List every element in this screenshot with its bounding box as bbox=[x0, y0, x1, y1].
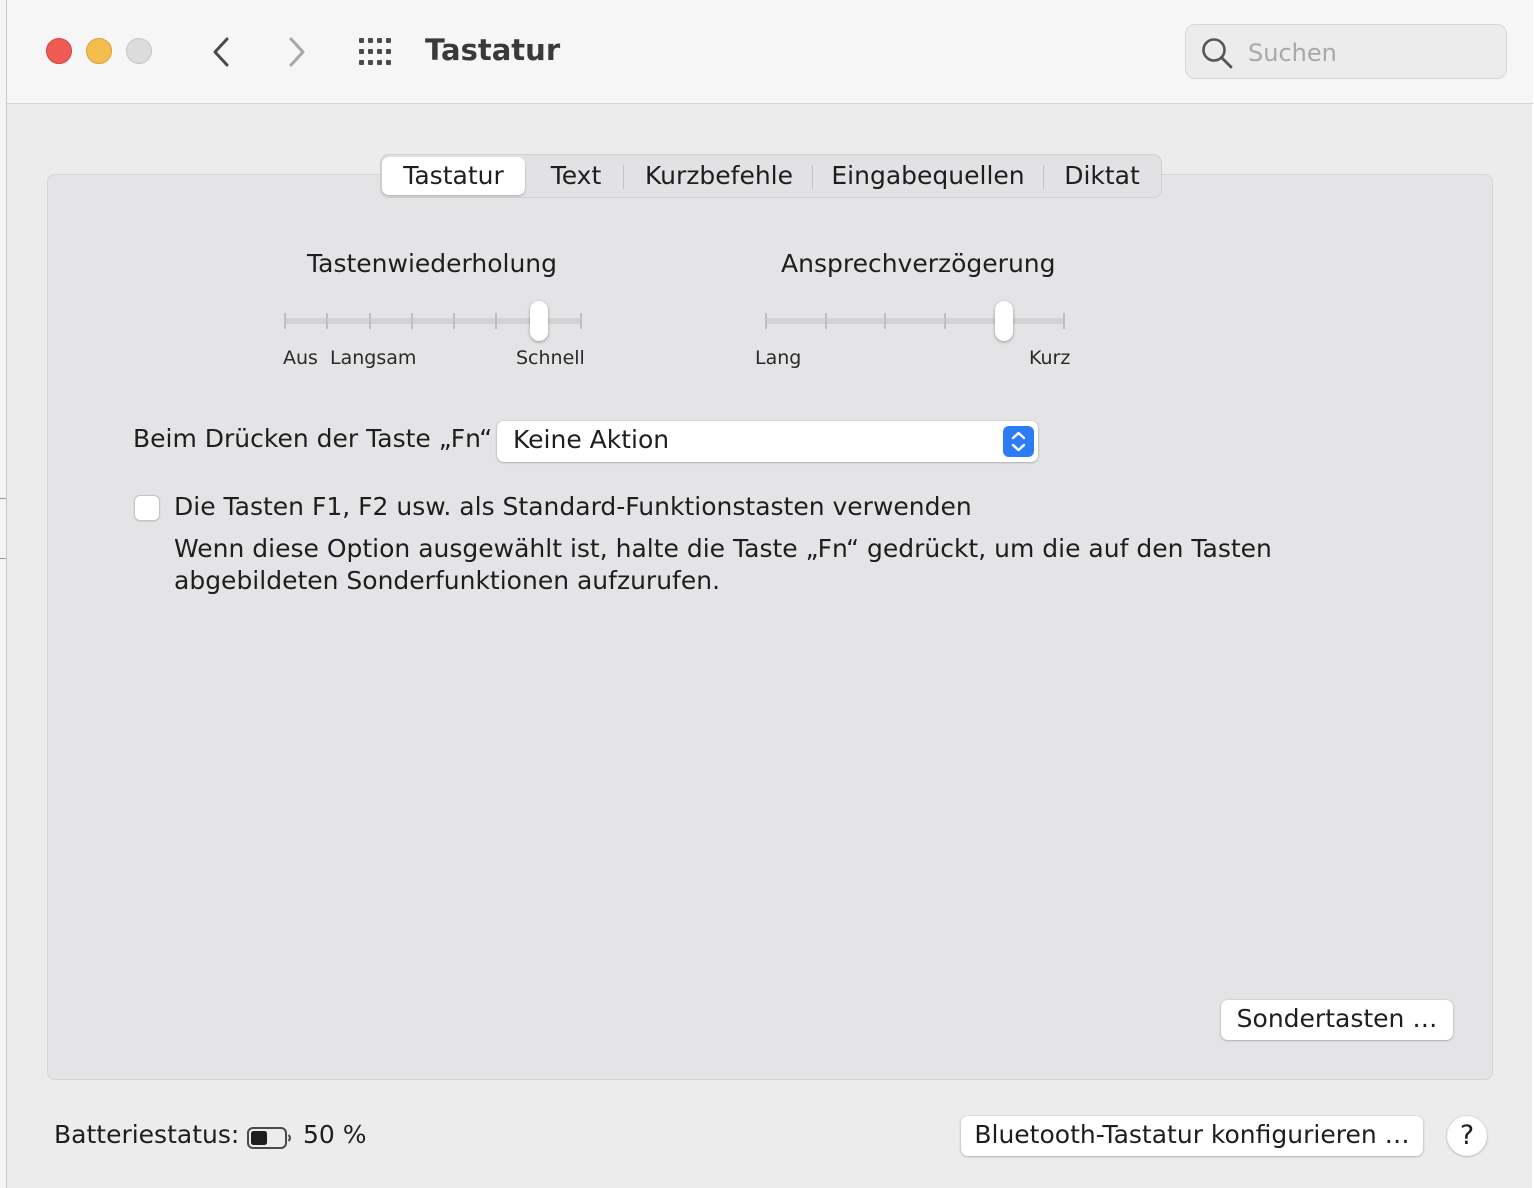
battery-status-label: Batteriestatus: bbox=[54, 1120, 240, 1149]
configure-bluetooth-keyboard-button[interactable]: Bluetooth-Tastatur konfigurieren … bbox=[961, 1116, 1423, 1156]
tab-separator bbox=[1043, 165, 1044, 189]
slider-tick bbox=[326, 313, 329, 329]
tab-separator bbox=[812, 165, 813, 189]
slider-tick bbox=[1063, 313, 1065, 329]
tab-bar: Tastatur Text Kurzbefehle Eingabequellen… bbox=[380, 154, 1162, 198]
slider-tick bbox=[495, 313, 498, 329]
minimize-button[interactable] bbox=[86, 38, 112, 64]
zoom-button bbox=[126, 38, 152, 64]
fn-key-popup[interactable]: Keine Aktion bbox=[497, 421, 1038, 462]
tab-separator bbox=[623, 165, 624, 189]
slider-knob[interactable] bbox=[995, 301, 1014, 341]
standard-function-keys-label[interactable]: Die Tasten F1, F2 usw. als Standard-Funk… bbox=[174, 492, 972, 521]
chevron-left-icon bbox=[213, 37, 229, 67]
delay-label-long: Lang bbox=[755, 347, 802, 369]
slider-tick bbox=[580, 313, 582, 329]
tab-eingabequellen[interactable]: Eingabequellen bbox=[815, 155, 1041, 197]
fn-key-value: Keine Aktion bbox=[513, 425, 670, 454]
search-input[interactable] bbox=[1246, 35, 1500, 71]
battery-icon bbox=[247, 1127, 291, 1149]
back-button[interactable] bbox=[203, 32, 243, 72]
slider-tick bbox=[884, 313, 887, 329]
keyboard-preferences-window: Tastatur Tastatur Text Kurzbefehle Einga… bbox=[6, 0, 1533, 1188]
search-field[interactable] bbox=[1185, 24, 1507, 79]
slider-knob[interactable] bbox=[529, 301, 548, 341]
slider-track bbox=[765, 318, 1065, 324]
tab-diktat[interactable]: Diktat bbox=[1047, 155, 1157, 197]
chevron-right-icon bbox=[289, 37, 305, 67]
key-repeat-label-slow: Langsam bbox=[330, 347, 417, 369]
show-all-grid-icon[interactable] bbox=[357, 36, 397, 68]
delay-until-repeat-title: Ansprechverzögerung bbox=[781, 249, 1056, 278]
battery-percentage: 50 % bbox=[303, 1120, 367, 1149]
close-button[interactable] bbox=[46, 38, 72, 64]
tab-tastatur[interactable]: Tastatur bbox=[382, 157, 525, 195]
tab-text[interactable]: Text bbox=[531, 155, 621, 197]
forward-button[interactable] bbox=[275, 32, 315, 72]
help-button[interactable]: ? bbox=[1447, 1116, 1487, 1156]
fn-key-label: Beim Drücken der Taste „Fn“ bbox=[133, 424, 493, 453]
tab-content-panel bbox=[47, 174, 1493, 1080]
standard-function-keys-checkbox[interactable] bbox=[134, 495, 160, 521]
delay-label-short: Kurz bbox=[1029, 347, 1071, 369]
slider-tick bbox=[368, 313, 371, 329]
window-title: Tastatur bbox=[425, 33, 561, 67]
standard-function-keys-description: Wenn diese Option ausgewählt ist, halte … bbox=[174, 534, 1272, 595]
slider-tick bbox=[765, 313, 767, 329]
title-bar: Tastatur bbox=[7, 0, 1533, 104]
key-repeat-label-fast: Schnell bbox=[516, 347, 585, 369]
key-repeat-label-off: Aus bbox=[283, 347, 318, 369]
search-icon bbox=[1202, 38, 1233, 69]
modifier-keys-button[interactable]: Sondertasten … bbox=[1221, 1000, 1453, 1040]
popup-arrows-icon bbox=[1003, 426, 1034, 457]
slider-tick bbox=[453, 313, 456, 329]
key-repeat-title: Tastenwiederholung bbox=[307, 249, 558, 278]
slider-tick bbox=[284, 313, 286, 329]
slider-tick bbox=[410, 313, 413, 329]
slider-tick bbox=[824, 313, 827, 329]
slider-tick bbox=[943, 313, 946, 329]
tab-kurzbefehle[interactable]: Kurzbefehle bbox=[627, 155, 811, 197]
